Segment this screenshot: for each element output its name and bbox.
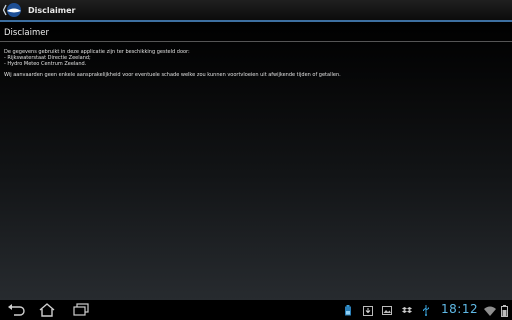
back-icon[interactable] (5, 302, 27, 318)
action-bar-title: Disclaimer (28, 5, 76, 15)
gallery-icon[interactable] (382, 305, 392, 316)
usb-icon[interactable] (421, 305, 431, 316)
content-area: Disclaimer De gegevens gebruikt in deze … (0, 22, 512, 300)
recent-apps-icon[interactable] (70, 302, 92, 318)
dropbox-icon[interactable] (402, 305, 412, 316)
page-title: Disclaimer (4, 28, 49, 38)
wifi-icon[interactable] (484, 305, 496, 316)
home-icon[interactable] (36, 302, 58, 318)
download-icon[interactable] (363, 305, 373, 316)
disclaimer-text: De gegevens gebruikt in deze applicatie … (4, 49, 341, 78)
system-bar (0, 300, 512, 320)
action-bar: Disclaimer (0, 0, 512, 20)
disclaimer-paragraph-2: Wij aanvaarden geen enkele aansprakelijk… (4, 72, 341, 78)
status-clock[interactable]: 18:12 (441, 302, 478, 316)
title-divider (0, 41, 512, 42)
battery-saver-icon[interactable] (343, 305, 353, 316)
battery-icon[interactable] (500, 304, 508, 317)
app-logo-icon[interactable] (3, 0, 25, 20)
